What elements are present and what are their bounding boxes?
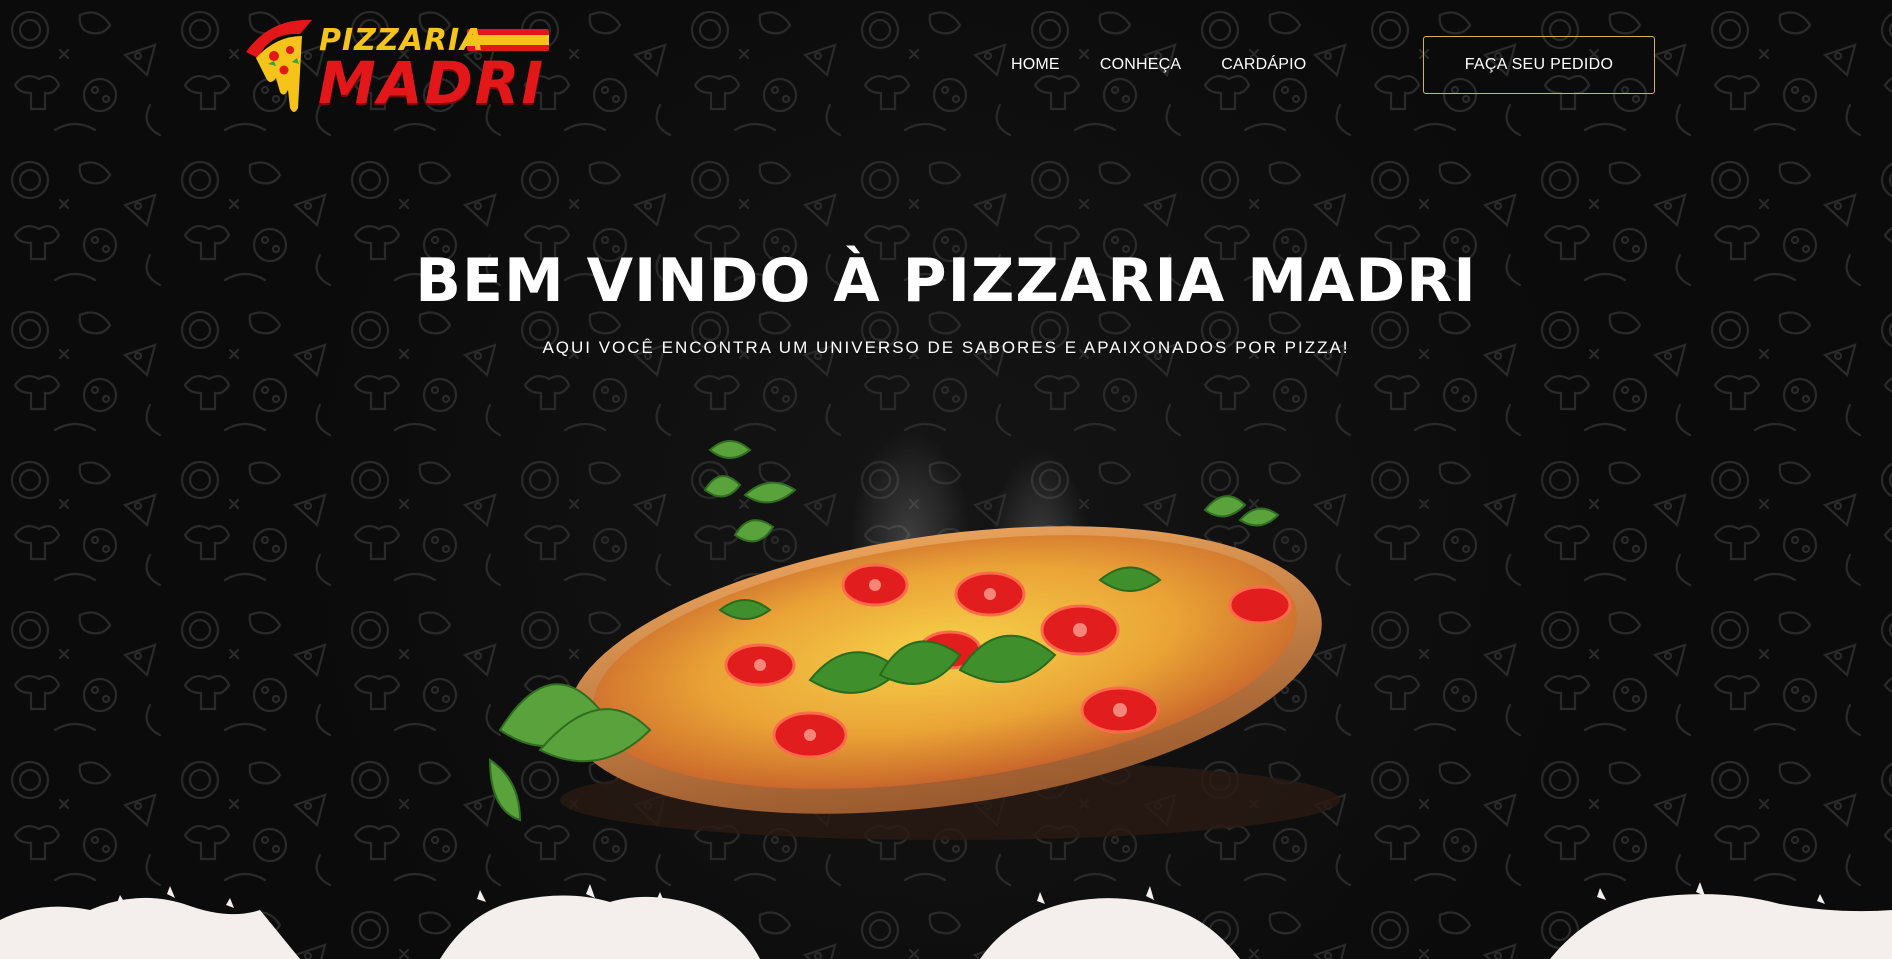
pizzaria-madri-logo[interactable]: PIZZARIA MADRI [240, 12, 549, 117]
bottom-paint-splash [0, 882, 1892, 959]
pizza-photo [488, 430, 1340, 840]
nav-link-cardapio[interactable]: CARDÁPIO [1221, 56, 1306, 74]
hero-subtitle: AQUI VOCÊ ENCONTRA UM UNIVERSO DE SABORE… [542, 338, 1350, 357]
pizza-slice-icon [246, 19, 312, 112]
order-button[interactable]: FAÇA SEU PEDIDO [1423, 36, 1655, 94]
nav-link-home[interactable]: HOME [1011, 56, 1060, 74]
site-header: PIZZARIA MADRI HOME CONHEÇA CARDÁPIO FAÇ… [0, 0, 1892, 130]
nav-link-conheca[interactable]: CONHEÇA [1100, 56, 1181, 74]
page: PIZZARIA MADRI HOME CONHEÇA CARDÁPIO FAÇ… [0, 0, 1892, 959]
hero-title: BEM VINDO À PIZZARIA MADRI [415, 246, 1477, 316]
main-nav: HOME CONHEÇA CARDÁPIO [1011, 56, 1306, 74]
logo-text-madri: MADRI [318, 49, 545, 117]
